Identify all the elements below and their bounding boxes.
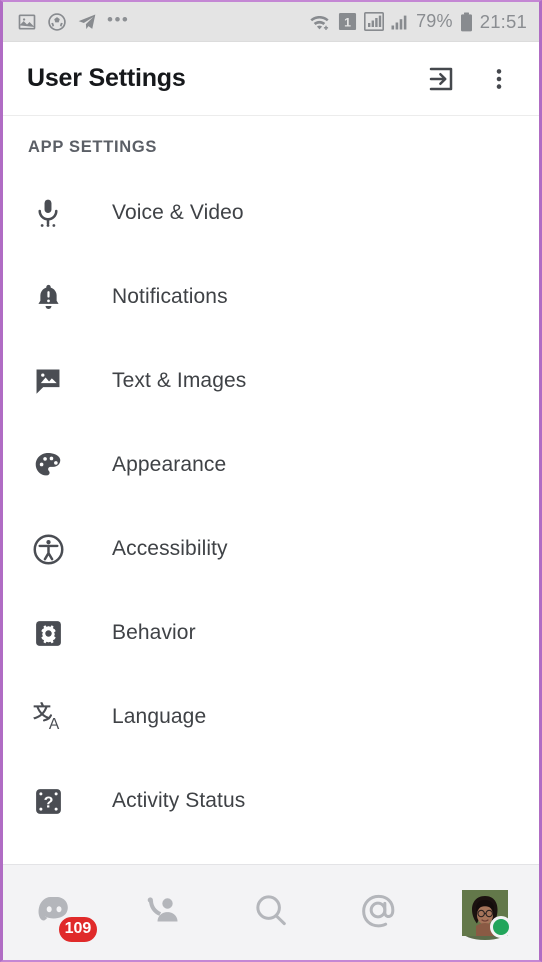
settings-item-label: Language	[112, 705, 207, 728]
header-actions	[419, 57, 521, 101]
battery-icon	[460, 12, 473, 32]
search-icon	[252, 891, 290, 934]
nav-friends[interactable]	[110, 865, 217, 960]
page-title: User Settings	[27, 64, 186, 92]
servers-unread-badge: 109	[56, 914, 100, 944]
settings-item-label: Notifications	[112, 285, 228, 308]
more-notifications-icon: •••	[107, 9, 130, 29]
microphone-icon	[28, 193, 68, 233]
app-header: User Settings	[3, 42, 539, 116]
settings-item-behavior[interactable]: Behavior	[3, 591, 539, 675]
signal-bars-icon	[364, 12, 385, 31]
battery-percent-label: 79%	[416, 11, 453, 31]
nav-servers[interactable]: 109	[3, 865, 110, 960]
chat-image-icon	[28, 361, 68, 401]
avatar-wrapper	[462, 889, 513, 940]
photo-icon	[17, 12, 37, 32]
settings-item-notifications[interactable]: Notifications	[3, 255, 539, 339]
nav-mentions[interactable]	[325, 865, 432, 960]
svg-text:?: ?	[43, 793, 53, 811]
accessibility-icon	[28, 529, 68, 569]
overflow-menu-button[interactable]	[477, 57, 521, 101]
status-bar-left-icons: •••	[17, 11, 129, 33]
bottom-navigation: 109	[3, 864, 539, 960]
translate-icon: 文 A	[28, 697, 68, 737]
settings-item-label: Activity Status	[112, 789, 246, 812]
nav-search[interactable]	[217, 865, 324, 960]
signal-bars-small-icon	[391, 13, 409, 31]
settings-item-voice-video[interactable]: Voice & Video	[3, 171, 539, 255]
svg-text:1: 1	[344, 16, 351, 30]
settings-item-language[interactable]: 文 A Language	[3, 675, 539, 759]
wifi-plus-icon	[308, 12, 331, 32]
palette-icon	[28, 445, 68, 485]
phone-screen: ••• 1 79% 21:51 User Settings APP SETTIN…	[0, 0, 542, 962]
settings-list: Voice & Video Notifications Text & Image…	[3, 171, 539, 843]
settings-item-text-images[interactable]: Text & Images	[3, 339, 539, 423]
settings-item-label: Appearance	[112, 453, 227, 476]
logout-button[interactable]	[419, 57, 463, 101]
nav-profile[interactable]	[432, 865, 539, 960]
bell-alert-icon	[28, 277, 68, 317]
clock-label: 21:51	[479, 10, 527, 32]
activity-status-icon: ?	[28, 781, 68, 821]
settings-item-label: Text & Images	[112, 369, 247, 392]
svg-text:A: A	[49, 716, 60, 733]
settings-item-activity-status[interactable]: ? Activity Status	[3, 759, 539, 843]
online-status-dot	[490, 915, 513, 938]
mentions-at-icon	[358, 890, 398, 935]
friends-icon	[144, 892, 184, 933]
settings-item-appearance[interactable]: Appearance	[3, 423, 539, 507]
settings-item-label: Accessibility	[112, 537, 228, 560]
settings-content: APP SETTINGS Voice & Video Notifications…	[3, 116, 539, 864]
settings-item-accessibility[interactable]: Accessibility	[3, 507, 539, 591]
section-header-app-settings: APP SETTINGS	[28, 138, 158, 156]
settings-item-label: Voice & Video	[112, 201, 244, 224]
soccer-ball-icon	[47, 12, 67, 32]
gear-square-icon	[28, 613, 68, 653]
status-bar: ••• 1 79% 21:51	[3, 2, 539, 42]
settings-item-label: Behavior	[112, 621, 196, 644]
status-bar-right-icons: 1 79% 21:51	[308, 11, 527, 33]
sim-indicator-icon: 1	[338, 12, 357, 31]
telegram-icon	[77, 12, 97, 32]
